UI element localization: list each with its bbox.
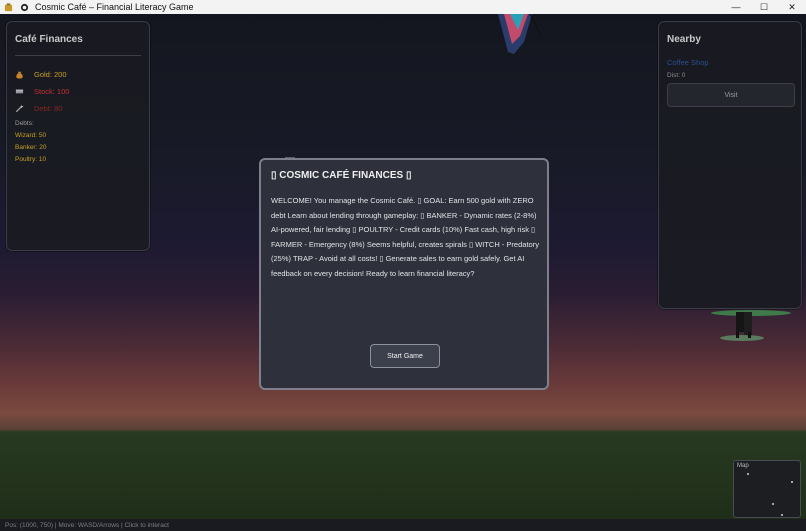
visit-button[interactable]: Visit	[667, 83, 795, 107]
status-bar: Pos: (1000, 750) | Move: WASD/Arrows | C…	[0, 519, 806, 531]
stock-stat: Stock: 100	[15, 87, 69, 96]
minimap-label: Map	[737, 463, 749, 469]
window-titlebar: Cosmic Café – Financial Literacy Game — …	[0, 0, 806, 15]
minimap-marker	[747, 473, 749, 475]
stock-value: Stock: 100	[34, 87, 70, 96]
minimap[interactable]: Map	[733, 460, 801, 518]
box-icon	[15, 89, 24, 94]
minimize-button[interactable]: —	[722, 0, 750, 14]
wizard-sprite-icon	[498, 14, 543, 54]
welcome-modal: ▯ COSMIC CAFÉ FINANCES ▯ WELCOME! You ma…	[259, 158, 549, 390]
app-icon	[4, 2, 13, 11]
modal-title: ▯ COSMIC CAFÉ FINANCES ▯	[271, 170, 412, 181]
debt-value: Debt: 80	[34, 104, 63, 113]
gold-stat: Gold: 200	[15, 70, 67, 79]
money-bag-icon	[16, 71, 23, 79]
debt-item: Wizard: 50	[15, 132, 47, 139]
debt-stat: Debt: 80	[15, 104, 62, 113]
nearby-distance: Dist: 0	[667, 72, 686, 79]
nearby-title: Nearby	[667, 34, 701, 45]
window-title: Cosmic Café – Financial Literacy Game	[35, 2, 194, 12]
debt-item: Poultry: 10	[15, 156, 47, 163]
gold-value: Gold: 200	[34, 70, 67, 79]
close-button[interactable]: ✕	[778, 0, 806, 14]
coffee-cup-icon	[20, 3, 29, 11]
ground	[0, 432, 806, 519]
status-text: Pos: (1000, 750) | Move: WASD/Arrows | C…	[5, 521, 169, 529]
debt-item: Banker: 20	[15, 144, 47, 151]
game-scene[interactable]: Café Finances Gold: 200 Stock: 100 Debt:…	[0, 14, 806, 519]
finances-title: Café Finances	[15, 34, 83, 45]
minimap-marker	[772, 503, 774, 505]
panel-divider	[15, 55, 141, 56]
minimap-player-marker	[781, 514, 783, 516]
debts-label: Debts:	[15, 120, 34, 127]
modal-body: WELCOME! You manage the Cosmic Café. ▯ G…	[271, 196, 539, 278]
cafe-finances-panel: Café Finances Gold: 200 Stock: 100 Debt:…	[6, 21, 150, 251]
maximize-button[interactable]: ☐	[750, 0, 778, 14]
coffee-shop-npc-icon	[711, 310, 791, 341]
nearby-place-name: Coffee Shop	[667, 58, 709, 67]
minimap-marker	[791, 481, 793, 483]
nearby-panel: Nearby Coffee Shop Dist: 0 Visit	[658, 21, 802, 309]
wand-icon	[15, 104, 24, 113]
start-game-button[interactable]: Start Game	[370, 344, 440, 368]
